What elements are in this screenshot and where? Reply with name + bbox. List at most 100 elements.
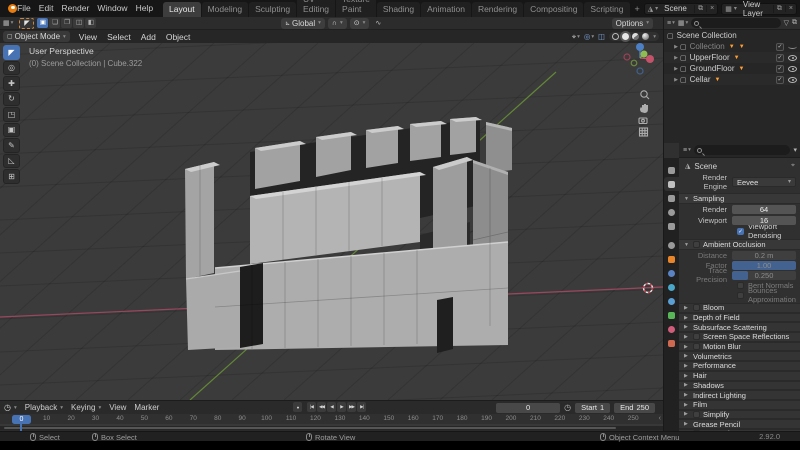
new-scene-button[interactable]: ⧉	[694, 4, 706, 13]
ambient-occlusion-checkbox[interactable]	[693, 241, 700, 248]
properties-panel-header[interactable]: ▶ Bloom	[679, 303, 800, 313]
timeline-menu[interactable]: View	[105, 403, 130, 412]
properties-tab[interactable]	[664, 322, 679, 336]
frame-end-field[interactable]: End 250	[614, 402, 655, 413]
checkbox[interactable]	[737, 281, 744, 289]
toolbar-tool-button[interactable]: ◤	[3, 45, 20, 60]
select-mode-invert-icon[interactable]: ◫	[73, 18, 85, 28]
eye-closed-icon[interactable]	[788, 44, 797, 49]
expand-arrow-icon[interactable]: ▶	[672, 44, 680, 50]
checkbox[interactable]	[737, 291, 744, 299]
chevron-down-icon[interactable]: ▾	[793, 146, 797, 154]
outliner-search-input[interactable]	[691, 18, 781, 28]
workspace-tab[interactable]: Compositing	[524, 2, 584, 17]
properties-tab[interactable]	[664, 308, 679, 322]
properties-panel-header[interactable]: ▶ Simplify	[679, 409, 800, 420]
number-field[interactable]: 64	[732, 205, 796, 214]
3d-viewport[interactable]: User Perspective (0) Scene Collection | …	[0, 43, 663, 400]
properties-tab[interactable]	[664, 266, 679, 280]
sampling-panel-header[interactable]: ▼ Sampling	[679, 193, 800, 204]
properties-tab[interactable]	[664, 205, 679, 219]
options-button[interactable]: Options ▾	[611, 17, 653, 29]
properties-panel-header[interactable]: ▶ Performance	[679, 361, 800, 371]
timeline-menu[interactable]: Marker	[130, 403, 163, 412]
panel-checkbox[interactable]	[693, 410, 700, 418]
outliner-collection-row[interactable]: ▶ ▢ Cellar ▼ ✓	[664, 74, 800, 85]
timeline-menu[interactable]: Keying ▾	[67, 403, 105, 412]
viewport-menu[interactable]: Select	[102, 32, 136, 42]
outliner-collection-row[interactable]: ▶ ▢ Collection ▼ ▼ ✓	[664, 41, 800, 52]
outliner-collection-row[interactable]: ▶ ▢ GroundFloor ▼ ✓	[664, 63, 800, 74]
workspace-tab[interactable]: Sculpting	[249, 2, 297, 17]
properties-panel-header[interactable]: ▶ Motion Blur	[679, 341, 800, 352]
transform-orientation-dropdown[interactable]: ⊾ Global ▾	[281, 17, 325, 29]
properties-panel-header[interactable]: ▶ Subsurface Scattering	[679, 322, 800, 333]
collection-checkbox[interactable]: ✓	[776, 75, 784, 84]
toolbar-tool-button[interactable]: ✎	[3, 138, 20, 153]
eye-open-icon[interactable]	[788, 65, 797, 72]
topbar-menu[interactable]: Render	[57, 0, 93, 17]
properties-panel-header[interactable]: ▶ Indirect Lighting	[679, 390, 800, 400]
expand-arrow-icon[interactable]: ▶	[672, 66, 680, 72]
mode-dropdown[interactable]: ▢ Object Mode ▾	[3, 31, 70, 42]
playhead[interactable]: 0	[12, 414, 31, 431]
panel-checkbox[interactable]	[693, 333, 700, 341]
toolbar-tool-button[interactable]: ◺	[3, 153, 20, 168]
workspace-tab[interactable]: Texture Paint	[336, 0, 376, 17]
viewport-menu[interactable]: Add	[136, 32, 161, 42]
expand-arrow-icon[interactable]: ▶	[672, 77, 680, 83]
snap-dropdown[interactable]: ∩ ▾	[327, 17, 347, 29]
toolbar-tool-button[interactable]: ▣	[3, 122, 20, 137]
timeline-scrollbar[interactable]	[0, 426, 663, 430]
proportional-editing-dropdown[interactable]: ⊙ ▾	[349, 17, 370, 29]
workspace-tab[interactable]: Modeling	[201, 2, 249, 17]
rendered-shading-button[interactable]	[642, 33, 650, 40]
falloff-icon[interactable]: ∿	[372, 19, 384, 27]
playback-button[interactable]: ▶	[337, 402, 346, 412]
xray-toggle[interactable]: ◫	[598, 32, 605, 41]
playback-button[interactable]: ◀	[327, 402, 336, 412]
properties-tab[interactable]	[664, 280, 679, 294]
number-field[interactable]: 16	[732, 216, 796, 225]
pin-icon[interactable]: ⌖	[791, 162, 795, 170]
new-view-layer-button[interactable]: ⧉	[772, 4, 785, 13]
properties-panel-header[interactable]: ▶ Volumetrics	[679, 351, 800, 362]
timeline-ruler[interactable]: 0102030405060708090100110120130140150160…	[0, 414, 663, 424]
properties-tab[interactable]	[664, 252, 679, 266]
scene-selector[interactable]: ◮ ▾ Scene ⧉ ×	[643, 2, 719, 15]
workspace-tab[interactable]: Animation	[421, 2, 471, 17]
properties-panel-header[interactable]: ▶ Grease Pencil	[679, 419, 800, 429]
scroll-left-icon[interactable]: ‹	[659, 414, 661, 424]
timeline-editor-type-button[interactable]: ◷ ▾	[0, 403, 21, 412]
solid-shading-button[interactable]	[622, 33, 630, 40]
properties-panel-header[interactable]: ▶ Film	[679, 399, 800, 410]
properties-search-input[interactable]	[693, 145, 791, 155]
slider-field[interactable]: 0.2 m	[732, 250, 796, 260]
slider-field[interactable]: 0.250	[732, 270, 796, 280]
active-tool-select-box[interactable]: ◤	[19, 17, 35, 29]
timeline-menu[interactable]: Playback ▾	[21, 403, 67, 412]
ambient-occlusion-panel-header[interactable]: ▼ Ambient Occlusion	[679, 239, 800, 250]
properties-tab[interactable]	[664, 238, 679, 252]
properties-tab[interactable]	[664, 294, 679, 308]
toolbar-tool-button[interactable]: ✚	[3, 76, 20, 91]
properties-tab[interactable]	[664, 219, 679, 233]
close-icon[interactable]: ×	[706, 5, 717, 12]
slider-field[interactable]: 1.00	[732, 260, 796, 270]
eye-open-icon[interactable]	[788, 76, 797, 83]
properties-panel-header[interactable]: ▶ Screen Space Reflections	[679, 332, 800, 342]
panel-checkbox[interactable]	[693, 343, 700, 351]
playback-button[interactable]: ▶|	[357, 402, 366, 412]
outliner-collection-row[interactable]: ▶ ▢ UpperFloor ▼ ✓	[664, 52, 800, 63]
overlays-dropdown[interactable]: ◎ ▾	[584, 32, 594, 41]
outliner-root-row[interactable]: ▢ Scene Collection	[664, 30, 800, 41]
collection-checkbox[interactable]: ✓	[776, 64, 784, 73]
current-frame-field[interactable]: 0	[496, 402, 561, 413]
viewport-denoising-checkbox[interactable]: ✓	[737, 227, 744, 235]
material-shading-button[interactable]	[632, 33, 640, 40]
playback-button[interactable]: ◀◀	[317, 402, 326, 412]
playback-button[interactable]: ▶▶	[347, 402, 356, 412]
editor-type-button[interactable]: ▦ ▾	[0, 19, 16, 27]
collection-checkbox[interactable]: ✓	[776, 42, 784, 51]
properties-tab[interactable]	[664, 191, 679, 205]
